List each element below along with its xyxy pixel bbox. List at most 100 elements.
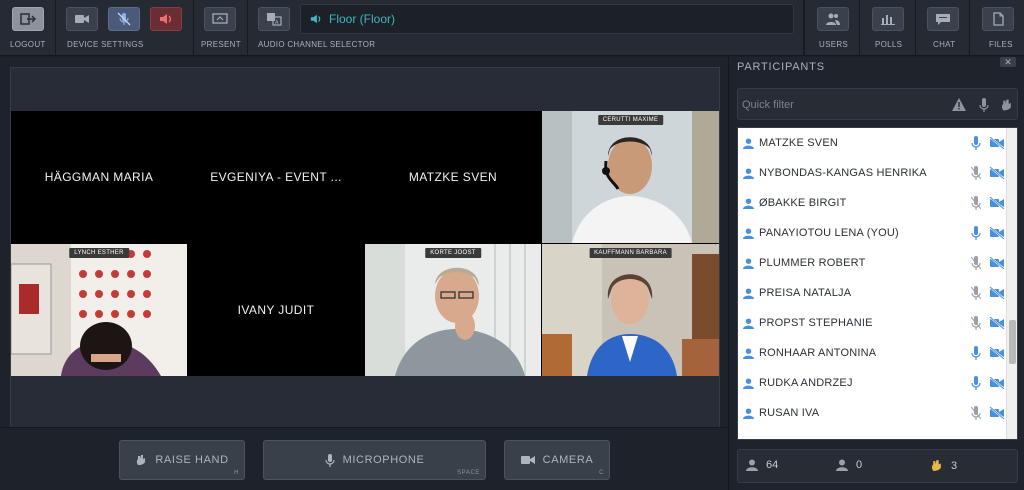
participant-video bbox=[365, 244, 541, 376]
camera-label: CAMERA bbox=[542, 454, 594, 466]
camera-shortcut: C bbox=[599, 470, 604, 476]
mic-muted-icon bbox=[117, 12, 131, 26]
quick-filter bbox=[737, 88, 1018, 120]
mic-filter-icon[interactable] bbox=[979, 98, 989, 112]
raise-hand-button[interactable]: RAISE HAND H bbox=[119, 440, 245, 480]
participant-row[interactable]: RUDKA ANDRZEJ bbox=[738, 368, 1017, 398]
camera-off-icon bbox=[989, 197, 1005, 209]
chat-button[interactable] bbox=[927, 7, 959, 31]
present-icon bbox=[212, 13, 228, 24]
mic-on-icon bbox=[971, 346, 981, 360]
other-count-value: 0 bbox=[856, 459, 863, 471]
user-icon bbox=[743, 258, 754, 269]
camera-icon bbox=[520, 456, 535, 464]
chat-icon bbox=[936, 14, 950, 25]
participant-row[interactable]: RUSAN IVA bbox=[738, 398, 1017, 428]
logout-group: LOGOUT bbox=[0, 0, 56, 56]
camera-off-icon bbox=[989, 407, 1005, 419]
raise-hand-shortcut: H bbox=[234, 470, 239, 476]
video-tile[interactable]: HÄGGMAN MARIA bbox=[11, 111, 187, 243]
user-icon bbox=[836, 459, 848, 471]
video-tile[interactable]: KAUFFMANN BARBARA bbox=[542, 244, 719, 376]
camera-icon bbox=[75, 15, 89, 23]
users-icon bbox=[826, 13, 840, 25]
participant-row[interactable]: PLUMMER ROBERT bbox=[738, 248, 1017, 278]
participant-name: PLUMMER ROBERT bbox=[759, 257, 866, 269]
participant-row[interactable]: ØBAKKE BIRGIT bbox=[738, 188, 1017, 218]
video-tile[interactable]: KORTE JOOST bbox=[365, 244, 541, 376]
hand-filter-icon[interactable] bbox=[1000, 98, 1013, 112]
mic-off-icon bbox=[971, 316, 981, 330]
participant-tag: CERUTTI MAXIME bbox=[597, 115, 664, 125]
participant-name: EVGENIYA - EVENT ... bbox=[210, 170, 342, 184]
microphone-shortcut: SPACE bbox=[457, 470, 480, 476]
polls-button[interactable] bbox=[872, 7, 904, 31]
participant-row[interactable]: PANAYIOTOU LENA (YOU) bbox=[738, 218, 1017, 248]
video-tile[interactable]: IVANY JUDIT bbox=[188, 244, 364, 376]
camera-off-icon bbox=[989, 167, 1005, 179]
camera-off-icon bbox=[989, 137, 1005, 149]
panel-title: PARTICIPANTS bbox=[737, 61, 825, 73]
scroll-thumb[interactable] bbox=[1009, 320, 1016, 364]
warning-icon[interactable] bbox=[952, 98, 966, 111]
present-button[interactable] bbox=[204, 7, 236, 31]
raised-hands-count: 3 bbox=[930, 459, 957, 472]
mic-off-icon bbox=[971, 196, 981, 210]
participant-row[interactable]: PROPST STEPHANIE bbox=[738, 308, 1017, 338]
video-tile[interactable]: EVGENIYA - EVENT ... bbox=[188, 111, 364, 243]
files-button[interactable] bbox=[982, 7, 1014, 31]
users-group: USERS bbox=[804, 0, 860, 56]
participant-name: RUSAN IVA bbox=[759, 407, 820, 419]
participants-scrollbar[interactable] bbox=[1006, 128, 1017, 439]
participant-name: HÄGGMAN MARIA bbox=[44, 170, 154, 184]
chat-label: CHAT bbox=[933, 40, 956, 49]
logout-button[interactable] bbox=[12, 7, 44, 31]
mic-toggle-button[interactable] bbox=[108, 7, 140, 31]
mic-off-icon bbox=[971, 406, 981, 420]
user-icon bbox=[743, 138, 754, 149]
total-count-value: 64 bbox=[766, 459, 779, 471]
microphone-button[interactable]: MICROPHONE SPACE bbox=[263, 440, 486, 480]
quick-filter-input[interactable] bbox=[742, 96, 942, 114]
present-group: PRESENT bbox=[194, 0, 248, 56]
logout-label: LOGOUT bbox=[10, 40, 46, 49]
user-icon bbox=[743, 198, 754, 209]
camera-off-icon bbox=[989, 347, 1005, 359]
mic-on-icon bbox=[971, 136, 981, 150]
language-button[interactable]: A bbox=[258, 7, 290, 31]
raised-hands-value: 3 bbox=[951, 459, 958, 472]
file-icon bbox=[993, 12, 1004, 26]
video-grid: HÄGGMAN MARIA EVGENIYA - EVENT ... MATZK… bbox=[11, 111, 719, 376]
camera-toggle-button[interactable] bbox=[66, 7, 98, 31]
conference-app: LOGOUT DEVICE SETTINGS PRESENT A AUDIO C… bbox=[0, 0, 1024, 490]
mic-off-icon bbox=[971, 286, 981, 300]
user-icon bbox=[743, 348, 754, 359]
bottom-controls: RAISE HAND H MICROPHONE SPACE CAMERA C bbox=[0, 427, 728, 490]
participant-row[interactable]: RONHAAR ANTONINA bbox=[738, 338, 1017, 368]
users-button[interactable] bbox=[817, 7, 849, 31]
device-settings-label: DEVICE SETTINGS bbox=[67, 40, 144, 49]
svg-text:A: A bbox=[275, 20, 279, 26]
participants-list[interactable]: MATZKE SVEN NYBONDAS-KANGAS HENRIKA ØBAKKE… bbox=[737, 127, 1018, 440]
audio-channel-label: AUDIO CHANNEL SELECTOR bbox=[258, 40, 376, 49]
speaker-toggle-button[interactable] bbox=[150, 7, 182, 31]
top-toolbar: LOGOUT DEVICE SETTINGS PRESENT A AUDIO C… bbox=[0, 0, 1024, 56]
participants-panel: PARTICIPANTS ✕ MATZKE SVEN NYBONDAS-KANGA… bbox=[728, 57, 1024, 490]
participants-summary: 64 0 3 bbox=[737, 449, 1018, 483]
raise-hand-icon bbox=[137, 455, 146, 465]
participant-tag: LYNCH ESTHER bbox=[69, 248, 129, 258]
camera-button[interactable]: CAMERA C bbox=[504, 440, 610, 480]
video-tile[interactable]: CERUTTI MAXIME bbox=[542, 111, 719, 243]
participant-row[interactable]: PREISA NATALJA bbox=[738, 278, 1017, 308]
video-tile[interactable]: LYNCH ESTHER bbox=[11, 244, 187, 376]
participant-video bbox=[542, 111, 719, 243]
microphone-icon bbox=[325, 453, 335, 467]
audio-channel-select[interactable]: Floor (Floor) bbox=[300, 4, 794, 34]
total-count: 64 bbox=[746, 459, 778, 471]
camera-off-icon bbox=[989, 317, 1005, 329]
other-count: 0 bbox=[836, 459, 862, 471]
participant-row[interactable]: NYBONDAS-KANGAS HENRIKA bbox=[738, 158, 1017, 188]
video-tile[interactable]: MATZKE SVEN bbox=[365, 111, 541, 243]
close-icon[interactable]: ✕ bbox=[1000, 57, 1016, 67]
participant-row[interactable]: MATZKE SVEN bbox=[738, 128, 1017, 158]
